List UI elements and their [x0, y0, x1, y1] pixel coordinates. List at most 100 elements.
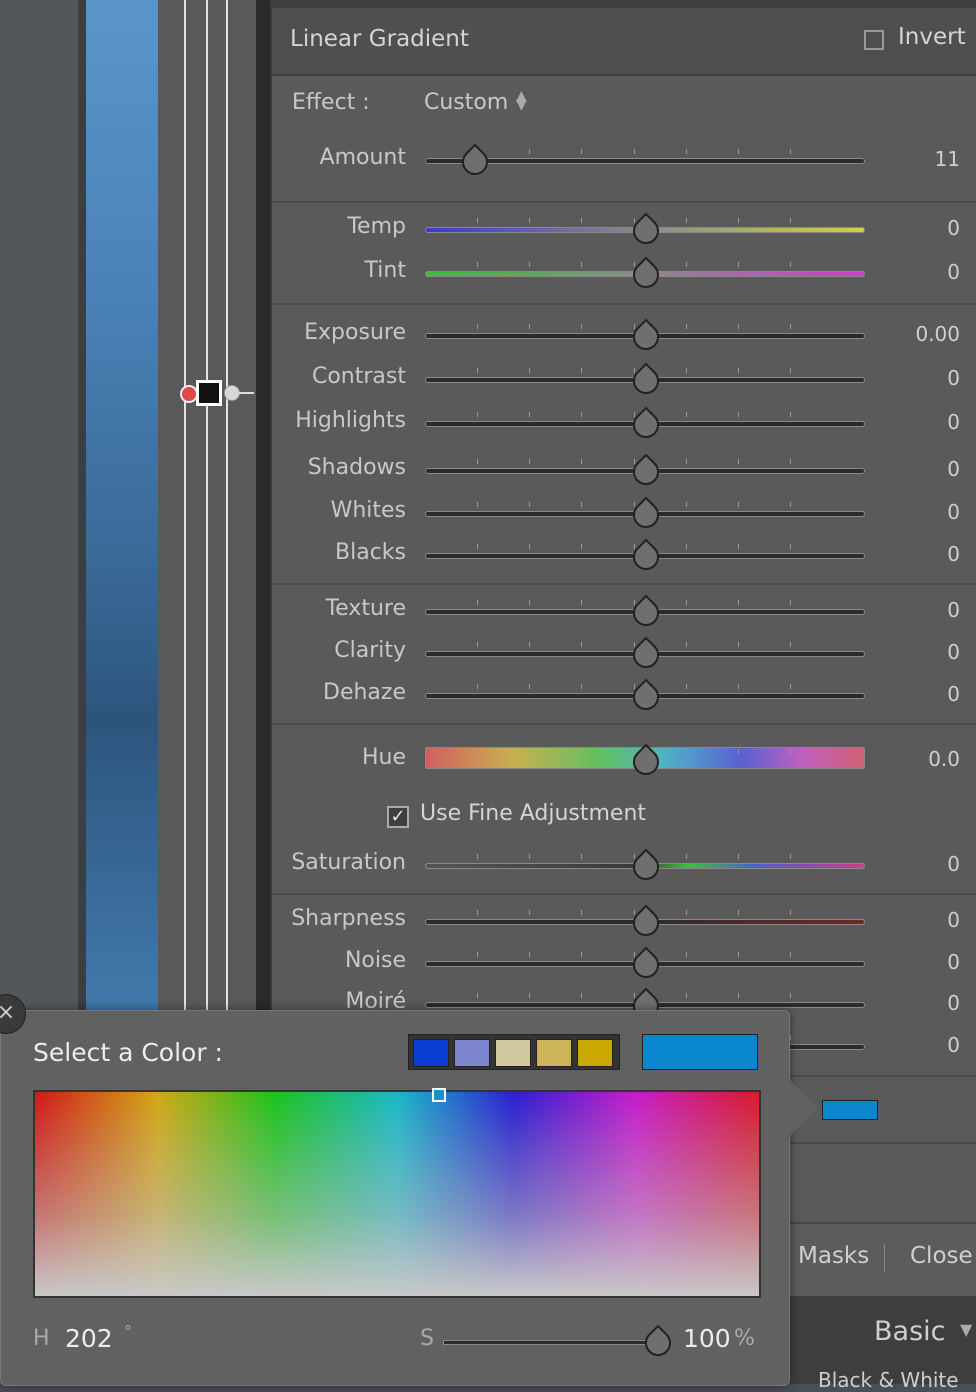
slider-tick [737, 459, 739, 464]
slider-tick [529, 952, 531, 957]
mask-color-swatch[interactable] [822, 1100, 878, 1120]
slider-tick [581, 324, 583, 329]
slider-tick [529, 544, 531, 549]
slider-tick [685, 412, 687, 417]
slider-tick [529, 854, 531, 859]
slider-tick [737, 952, 739, 957]
slider-tick [790, 642, 791, 647]
slider-tick [529, 910, 531, 915]
preset-swatch-5[interactable] [577, 1039, 613, 1067]
slider-tick [529, 368, 531, 373]
slider-tick [685, 262, 687, 267]
color-selection-marker[interactable] [432, 1088, 446, 1102]
defringe-value[interactable]: 0 [947, 1033, 960, 1057]
slider-tick [529, 600, 531, 605]
slider-tick [737, 324, 739, 329]
tint-value[interactable]: 0 [947, 260, 960, 284]
moir--value[interactable]: 0 [947, 991, 960, 1015]
temp-value[interactable]: 0 [947, 216, 960, 240]
saturation-value-field[interactable]: 100 [683, 1324, 731, 1353]
slider-tick [685, 993, 687, 998]
preset-swatch-3[interactable] [495, 1039, 531, 1067]
slider-tick [737, 854, 739, 859]
exposure-label: Exposure [304, 320, 406, 345]
effect-label: Effect : [292, 90, 370, 115]
hue-unit: ° [124, 1322, 132, 1341]
invert-label[interactable]: Invert [898, 24, 966, 50]
amount-slider-track[interactable] [425, 158, 865, 164]
slider-tick [790, 502, 791, 507]
texture-label: Texture [325, 596, 406, 621]
slider-tick [737, 218, 739, 223]
slider-tick [581, 502, 583, 507]
slider-tick [790, 684, 791, 689]
saturation-slider-track[interactable] [443, 1340, 665, 1345]
slider-tick [581, 262, 583, 267]
slider-tick [477, 684, 479, 689]
slider-tick [477, 324, 479, 329]
slider-tick [633, 324, 635, 329]
invert-checkbox[interactable] [864, 30, 884, 50]
hue-value-field[interactable]: 202 [65, 1324, 113, 1353]
dehaze-value[interactable]: 0 [947, 682, 960, 706]
slider-tick [737, 544, 739, 549]
slider-tick [581, 642, 583, 647]
slider-tick [581, 910, 583, 915]
close-button[interactable]: Close [910, 1243, 973, 1269]
fine-adjustment-checkbox[interactable]: ✓ [387, 806, 409, 828]
slider-tick [633, 368, 635, 373]
slider-tick [477, 600, 479, 605]
updown-arrows-icon[interactable]: ▲ ▼ [516, 89, 527, 112]
gradient-pin-center[interactable] [196, 380, 222, 406]
effect-preset-select[interactable]: Custom [424, 90, 508, 115]
hue-value[interactable]: 0.0 [928, 747, 960, 771]
whites-label: Whites [330, 498, 406, 523]
slider-tick [685, 854, 687, 859]
slider-tick [633, 149, 635, 154]
slider-tick [633, 684, 635, 689]
shadows-value[interactable]: 0 [947, 457, 960, 481]
fine-adjustment-label[interactable]: Use Fine Adjustment [420, 801, 646, 826]
blacks-value[interactable]: 0 [947, 542, 960, 566]
masks-button[interactable]: Masks [798, 1243, 869, 1269]
slider-tick [685, 749, 687, 754]
sharpness-value[interactable]: 0 [947, 908, 960, 932]
slider-tick [737, 412, 739, 417]
slider-tick [529, 459, 531, 464]
dehaze-label: Dehaze [323, 680, 406, 705]
slider-tick [581, 854, 583, 859]
noise-value[interactable]: 0 [947, 950, 960, 974]
slider-tick [477, 412, 479, 417]
highlights-value[interactable]: 0 [947, 410, 960, 434]
panel-separator [272, 201, 976, 203]
preset-swatch-1[interactable] [413, 1039, 449, 1067]
slider-tick [790, 544, 791, 549]
slider-tick [633, 218, 635, 223]
texture-value[interactable]: 0 [947, 598, 960, 622]
slider-tick [477, 952, 479, 957]
clarity-value[interactable]: 0 [947, 640, 960, 664]
black-white-tab[interactable]: Black & White [818, 1368, 959, 1392]
slider-tick [685, 459, 687, 464]
slider-tick [581, 218, 583, 223]
slider-tick [633, 412, 635, 417]
preset-swatch-2[interactable] [454, 1039, 490, 1067]
preset-swatch-4[interactable] [536, 1039, 572, 1067]
slider-tick [477, 642, 479, 647]
slider-tick [529, 324, 531, 329]
slider-tick [633, 262, 635, 267]
slider-tick [685, 910, 687, 915]
amount-value[interactable]: 11 [935, 147, 960, 171]
slider-tick [790, 993, 791, 998]
blacks-label: Blacks [335, 540, 406, 565]
triangle-down-icon[interactable]: ▼ [960, 1320, 972, 1339]
exposure-value[interactable]: 0.00 [915, 322, 960, 346]
panel-separator [272, 893, 976, 895]
contrast-value[interactable]: 0 [947, 366, 960, 390]
saturation-value[interactable]: 0 [947, 852, 960, 876]
clarity-label: Clarity [334, 638, 406, 663]
basic-panel-label[interactable]: Basic [874, 1316, 945, 1347]
color-spectrum-field[interactable] [33, 1090, 761, 1298]
whites-value[interactable]: 0 [947, 500, 960, 524]
gradient-rotate-handle[interactable] [238, 392, 254, 394]
